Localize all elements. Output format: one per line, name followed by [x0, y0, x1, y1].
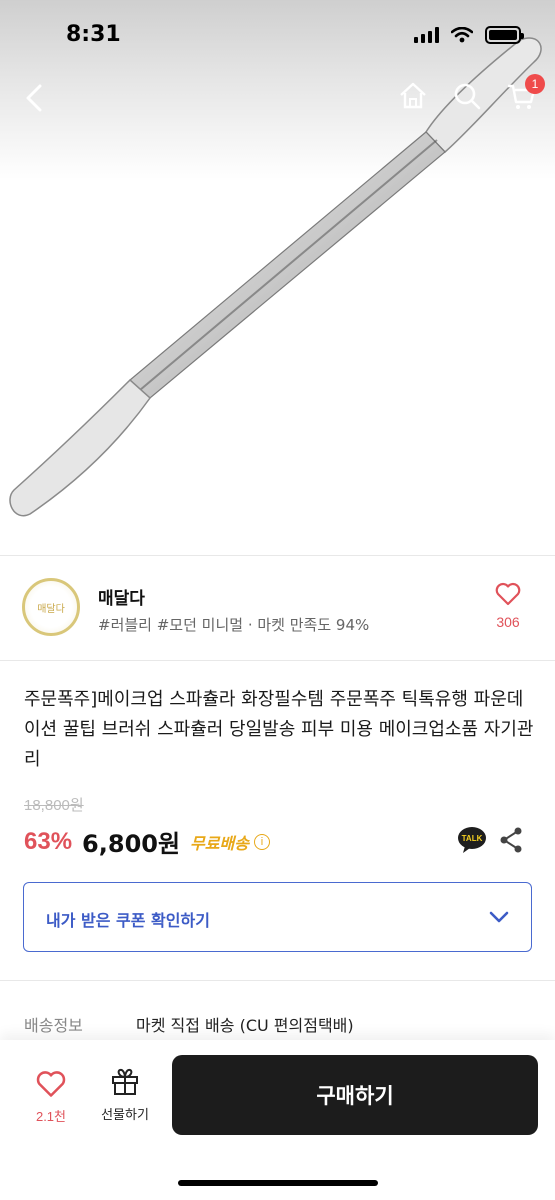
seller-section[interactable]: 매달다 매달다 #러블리 #모던 미니멀 · 마켓 만족도 94% 306 [0, 556, 555, 660]
talk-label: TALK [462, 834, 483, 843]
like-button[interactable]: 2.1천 [28, 1070, 74, 1125]
home-icon[interactable] [397, 80, 429, 112]
seller-meta: #러블리 #모던 미니멀 · 마켓 만족도 94% [98, 616, 370, 634]
info-icon[interactable]: i [253, 833, 270, 850]
seller-name[interactable]: 매달다 [98, 584, 145, 609]
chevron-down-icon [489, 911, 509, 923]
heart-icon [495, 582, 521, 606]
battery-icon [485, 26, 524, 44]
home-indicator [178, 1180, 378, 1186]
cart-button[interactable]: 1 [505, 74, 545, 112]
price-row: 63% 6,800원 무료배송 i [24, 824, 270, 859]
back-icon[interactable] [20, 82, 52, 114]
divider [0, 980, 555, 981]
buy-button[interactable]: 구매하기 [172, 1055, 538, 1135]
shipping-label: 배송정보 [24, 1016, 83, 1035]
gift-label: 선물하기 [101, 1108, 149, 1123]
shipping-value: 마켓 직접 배송 (CU 편의점택배) [136, 1016, 354, 1035]
seller-like-button[interactable]: 306 [491, 582, 525, 630]
gift-icon [112, 1068, 138, 1095]
status-time: 8:31 [66, 22, 121, 47]
wifi-icon [451, 27, 473, 43]
seller-logo-text: 매달다 [37, 603, 65, 615]
search-icon[interactable] [451, 80, 483, 112]
bottom-action-bar: 2.1천 선물하기 구매하기 [0, 1040, 555, 1200]
heart-icon [36, 1071, 66, 1097]
coupon-button[interactable]: 내가 받은 쿠폰 확인하기 [23, 882, 532, 952]
seller-logo[interactable]: 매달다 [22, 578, 80, 636]
coupon-label: 내가 받은 쿠폰 확인하기 [46, 911, 210, 930]
header-actions: 1 [397, 74, 545, 112]
product-title: 주문폭주]메이크업 스파츌라 화장필수템 주문폭주 틱톡유행 파운데이션 꿀팁 … [24, 689, 534, 770]
signal-icon [414, 27, 439, 43]
like-count: 2.1천 [35, 1109, 67, 1124]
cart-badge: 1 [525, 74, 545, 94]
original-price: 18,800원 [24, 797, 84, 814]
discount-rate: 63% [24, 827, 73, 855]
share-icon[interactable] [498, 826, 524, 854]
divider [0, 660, 555, 661]
status-bar: 8:31 [0, 0, 555, 70]
status-icons [414, 26, 524, 44]
kakao-talk-icon[interactable]: TALK [457, 826, 487, 854]
free-shipping-label: 무료배송 [190, 833, 249, 853]
seller-like-count: 306 [496, 614, 520, 630]
sale-price: 6,800원 [82, 830, 181, 858]
gift-button[interactable]: 선물하기 [92, 1068, 158, 1123]
